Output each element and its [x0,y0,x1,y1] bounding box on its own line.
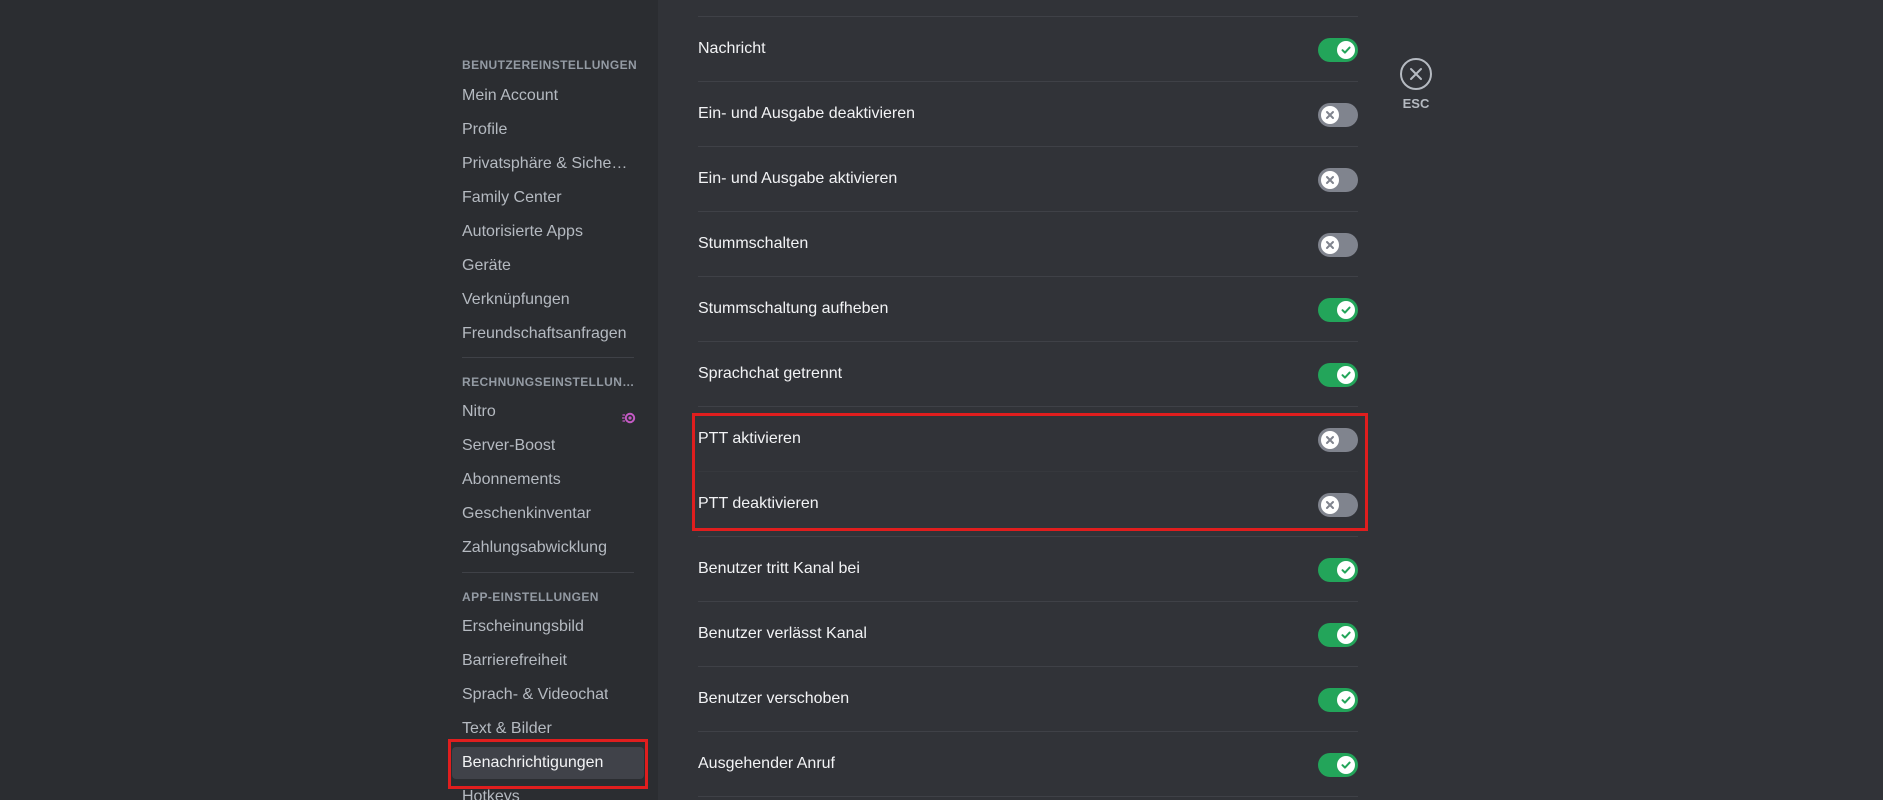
toggle-knob [1337,756,1355,774]
sidebar-item-autorisierte-apps[interactable]: Autorisierte Apps [452,216,644,248]
toggle-knob [1321,431,1339,449]
sidebar-item-mein-account[interactable]: Mein Account [452,80,644,112]
sidebar-separator [462,572,634,573]
sound-setting-row: PTT aktivieren [698,407,1358,472]
sound-toggle[interactable] [1318,753,1358,777]
sidebar-item-profile[interactable]: Profile [452,114,644,146]
sound-toggle[interactable] [1318,103,1358,127]
sidebar-item-erscheinungsbild[interactable]: Erscheinungsbild [452,611,644,643]
sidebar-item-label: Hotkeys [462,788,520,800]
toggle-knob [1337,691,1355,709]
sidebar-item-label: Server-Boost [462,437,556,454]
sound-setting-row: Ausgehender Anruf [698,732,1358,797]
sound-setting-row: Benutzer verschoben [698,667,1358,732]
sidebar-item-label: Sprach- & Videochat [462,686,609,703]
sidebar-separator [462,357,634,358]
sound-setting-label: Sprachchat getrennt [698,365,843,382]
sidebar-item-label: Autorisierte Apps [462,223,583,240]
sidebar-item-label: Abonnements [462,471,561,488]
sound-setting-label: Benutzer verlässt Kanal [698,625,867,642]
sidebar-item-label: Benachrichtigungen [462,754,604,771]
sidebar-item-abonnements[interactable]: Abonnements [452,464,644,496]
sidebar-item-label: Text & Bilder [462,720,552,737]
sound-setting-label: Nachricht [698,40,766,57]
sound-setting-row: Ein- und Ausgabe aktivieren [698,147,1358,212]
toggle-knob [1337,561,1355,579]
toggle-knob [1337,366,1355,384]
sidebar-item-zahlungsabwicklung[interactable]: Zahlungsabwicklung [452,532,644,564]
sound-setting-label: PTT deaktivieren [698,495,819,512]
section-header: Benutzereinstellungen [462,58,638,72]
sidebar-item-label: Geräte [462,257,511,274]
sidebar-item-nitro[interactable]: Nitro [452,396,644,428]
sidebar-item-label: Erscheinungsbild [462,618,584,635]
sidebar-item-benachrichtigungen[interactable]: Benachrichtigungen [452,747,644,779]
sound-setting-label: Stummschalten [698,235,809,252]
sound-toggle[interactable] [1318,38,1358,62]
close-settings[interactable]: ESC [1398,58,1434,111]
sound-setting-row: Benutzer verlässt Kanal [698,602,1358,667]
divider [698,796,1358,797]
sidebar-item-geschenkinventar[interactable]: Geschenkinventar [452,498,644,530]
sound-setting-row: PTT deaktivieren [698,472,1358,537]
sound-toggle[interactable] [1318,363,1358,387]
sound-toggle[interactable] [1318,493,1358,517]
sidebar-item-label: Verknüpfungen [462,291,570,308]
sidebar-item-label: Privatsphäre & Sicherh... [462,155,630,172]
sidebar-item-label: Geschenkinventar [462,505,591,522]
sidebar-item-hotkeys[interactable]: Hotkeys [452,781,644,800]
toggle-knob [1321,236,1339,254]
sound-setting-row: Stummschaltung aufheben [698,277,1358,342]
sidebar-item-sprach-videochat[interactable]: Sprach- & Videochat [452,679,644,711]
sidebar-item-label: Profile [462,121,508,138]
sound-toggle[interactable] [1318,623,1358,647]
sound-setting-label: Benutzer verschoben [698,690,850,707]
sidebar-item-label: Family Center [462,189,562,206]
sound-setting-row: Nachricht [698,17,1358,82]
sidebar-item-geräte[interactable]: Geräte [452,250,644,282]
toggle-knob [1337,301,1355,319]
sidebar-item-label: Barrierefreiheit [462,652,567,669]
sound-toggle[interactable] [1318,428,1358,452]
sidebar-item-text-bilder[interactable]: Text & Bilder [452,713,644,745]
settings-sidebar: Benutzereinstellungen Mein Account Profile… [452,0,650,800]
sound-toggle[interactable] [1318,298,1358,322]
sound-setting-row: Benutzer tritt Kanal bei [698,537,1358,602]
section-header: App-Einstellungen [462,590,599,604]
sound-toggle[interactable] [1318,558,1358,582]
esc-label: ESC [1402,96,1430,111]
toggle-knob [1321,106,1339,124]
sidebar-item-barrierefreiheit[interactable]: Barrierefreiheit [452,645,644,677]
sidebar-item-privatsphäre-sicherh[interactable]: Privatsphäre & Sicherh... [452,148,644,180]
sidebar-item-label: Mein Account [462,87,559,104]
sidebar-item-label: Zahlungsabwicklung [462,539,607,556]
section-header: Rechnungseinstellung... [462,375,638,389]
close-button[interactable] [1400,58,1432,90]
sound-setting-label: Ein- und Ausgabe deaktivieren [698,105,916,122]
sound-toggle[interactable] [1318,233,1358,257]
notification-sounds-panel: Nachricht Ein- und Ausgabe deaktivieren Ei… [698,0,1358,800]
toggle-knob [1321,171,1339,189]
sound-setting-label: Stummschaltung aufheben [698,300,889,317]
sidebar-item-verknüpfungen[interactable]: Verknüpfungen [452,284,644,316]
sound-setting-row: Sprachchat getrennt [698,342,1358,407]
sidebar-item-freundschaftsanfragen[interactable]: Freundschaftsanfragen [452,318,644,350]
toggle-knob [1337,626,1355,644]
sidebar-item-label: Freundschaftsanfragen [462,325,627,342]
sound-toggle[interactable] [1318,688,1358,712]
toggle-knob [1337,41,1355,59]
sound-setting-label: Ein- und Ausgabe aktivieren [698,170,898,187]
sound-setting-row: Ein- und Ausgabe deaktivieren [698,82,1358,147]
nitro-icon [622,405,636,424]
toggle-knob [1321,496,1339,514]
sidebar-item-label: Nitro [462,403,496,420]
sound-toggle[interactable] [1318,168,1358,192]
sound-setting-label: Benutzer tritt Kanal bei [698,560,860,577]
sidebar-item-family-center[interactable]: Family Center [452,182,644,214]
sound-setting-label: PTT aktivieren [698,430,801,447]
sidebar-item-server-boost[interactable]: Server-Boost [452,430,644,462]
sound-setting-row: Stummschalten [698,212,1358,277]
sound-setting-label: Ausgehender Anruf [698,755,835,772]
